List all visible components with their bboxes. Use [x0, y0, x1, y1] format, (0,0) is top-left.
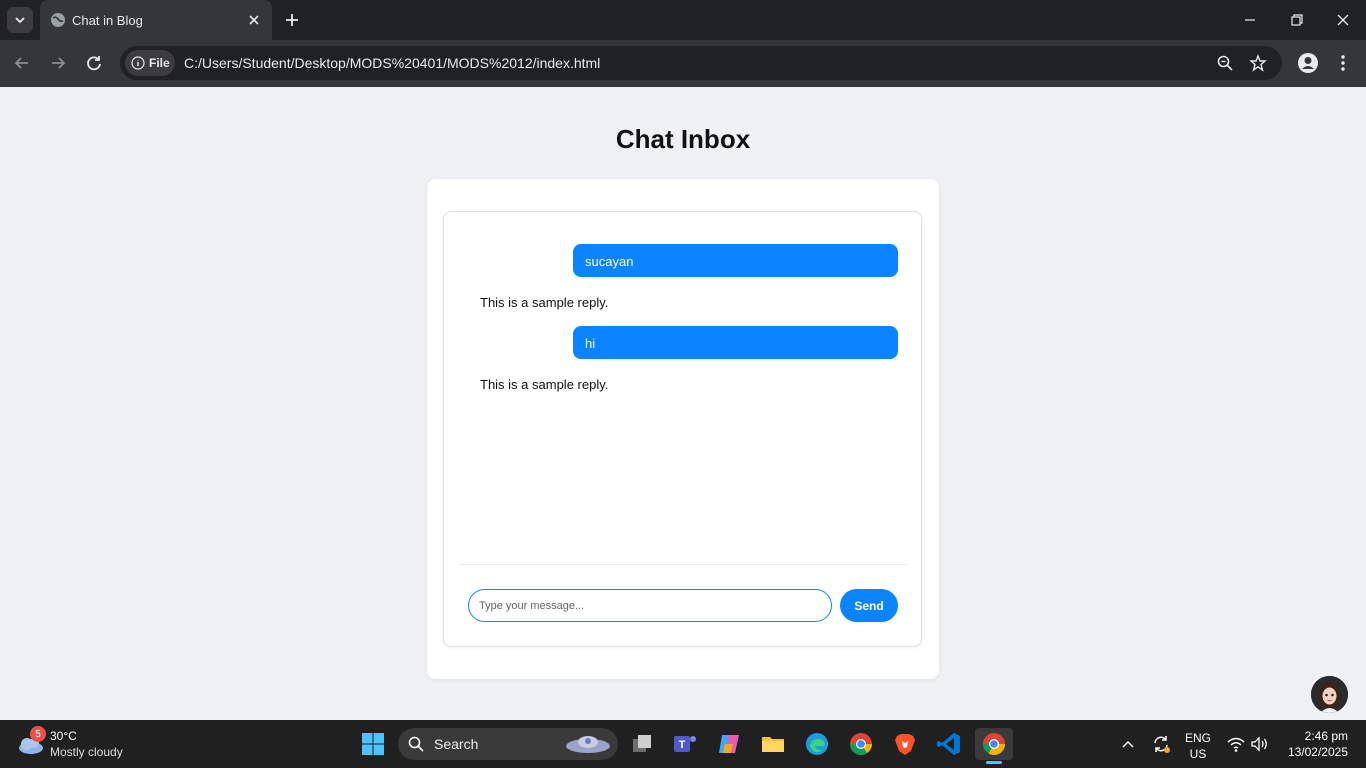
task-view-icon [633, 735, 651, 752]
teams-button[interactable]: T [669, 728, 701, 760]
brave-button[interactable] [889, 728, 921, 760]
message-input[interactable] [468, 589, 832, 622]
close-window-icon[interactable] [1333, 10, 1353, 30]
clock-time: 2:46 pm [1304, 729, 1348, 743]
weather-temperature: 30°C [50, 729, 77, 743]
reply-message: This is a sample reply. [480, 295, 609, 310]
taskbar: 5 30°C Mostly cloudy Search T ENG US 2:4… [0, 720, 1366, 768]
taskbar-search[interactable]: Search [398, 728, 618, 760]
system-clock[interactable]: 2:46 pm 13/02/2025 [1288, 728, 1348, 760]
kebab-menu-icon[interactable] [1332, 52, 1354, 74]
browser-tab-bar: Chat in Blog [0, 0, 1366, 40]
reload-icon[interactable] [83, 52, 105, 74]
weather-widget[interactable]: 5 30°C Mostly cloudy [16, 726, 146, 762]
wifi-icon[interactable] [1226, 735, 1246, 753]
svg-text:T: T [679, 739, 686, 751]
chrome-icon [983, 733, 1005, 755]
language-indicator[interactable]: ENG US [1182, 730, 1214, 762]
search-highlight-icon [566, 736, 610, 753]
file-explorer-button[interactable] [757, 728, 789, 760]
tab-search-button[interactable] [7, 7, 33, 33]
weather-condition: Mostly cloudy [50, 745, 123, 759]
tab-title: Chat in Blog [72, 13, 143, 28]
folder-icon [762, 737, 784, 752]
task-view-button[interactable] [626, 728, 658, 760]
back-arrow-icon[interactable] [11, 52, 33, 74]
message-list: sucayan This is a sample reply. hi This … [444, 212, 923, 565]
teams-icon: T [674, 736, 696, 752]
page-title: Chat Inbox [615, 124, 751, 154]
bookmark-star-icon[interactable] [1249, 54, 1267, 72]
url-text[interactable]: C:/Users/Student/Desktop/MODS%20401/MODS… [184, 55, 600, 71]
notification-badge: 5 [30, 726, 46, 742]
vscode-icon [937, 733, 960, 755]
divider [460, 564, 907, 565]
new-tab-icon[interactable] [282, 10, 302, 30]
chat-box: sucayan This is a sample reply. hi This … [443, 211, 922, 647]
chevron-up-icon[interactable] [1120, 736, 1136, 752]
keyboard-region: US [1189, 747, 1207, 761]
minimize-icon[interactable] [1240, 10, 1260, 30]
search-icon [408, 736, 424, 752]
edge-button[interactable] [801, 728, 833, 760]
chrome-icon [850, 733, 872, 755]
chrome-button[interactable] [845, 728, 877, 760]
windows-logo-icon [362, 733, 384, 755]
vscode-button[interactable] [933, 728, 965, 760]
send-button[interactable]: Send [840, 589, 898, 622]
globe-icon [51, 13, 65, 27]
edge-icon [806, 733, 828, 755]
assistant-avatar-button[interactable] [1311, 676, 1348, 713]
forward-arrow-icon[interactable] [47, 52, 69, 74]
search-label: Search [434, 736, 479, 752]
browser-toolbar: File C:/Users/Student/Desktop/MODS%20401… [0, 40, 1366, 87]
profile-icon[interactable] [1297, 52, 1319, 74]
chip-label: File [149, 56, 170, 70]
zoom-icon[interactable] [1216, 54, 1234, 72]
active-indicator [986, 761, 1002, 764]
start-button[interactable] [357, 728, 389, 760]
chat-card: sucayan This is a sample reply. hi This … [427, 179, 939, 679]
sent-message: sucayan [573, 244, 898, 277]
clock-date: 13/02/2025 [1287, 745, 1348, 759]
sent-message: hi [573, 326, 898, 359]
chrome-active-button[interactable] [975, 728, 1013, 764]
avatar-icon [1311, 676, 1348, 713]
chevron-down-icon [15, 17, 25, 24]
reply-message: This is a sample reply. [480, 377, 609, 392]
restore-icon[interactable] [1286, 10, 1306, 30]
language-code: ENG [1184, 731, 1211, 745]
copilot-button[interactable] [713, 728, 745, 760]
browser-tab[interactable]: Chat in Blog [40, 0, 272, 40]
brave-icon [895, 734, 915, 755]
info-icon [131, 56, 145, 70]
copilot-icon [719, 735, 739, 753]
page-viewport: Chat Inbox sucayan This is a sample repl… [0, 87, 1366, 720]
sync-icon[interactable] [1150, 733, 1172, 755]
volume-icon[interactable] [1250, 735, 1270, 753]
close-icon[interactable] [246, 12, 262, 28]
address-bar[interactable]: File C:/Users/Student/Desktop/MODS%20401… [120, 46, 1282, 80]
